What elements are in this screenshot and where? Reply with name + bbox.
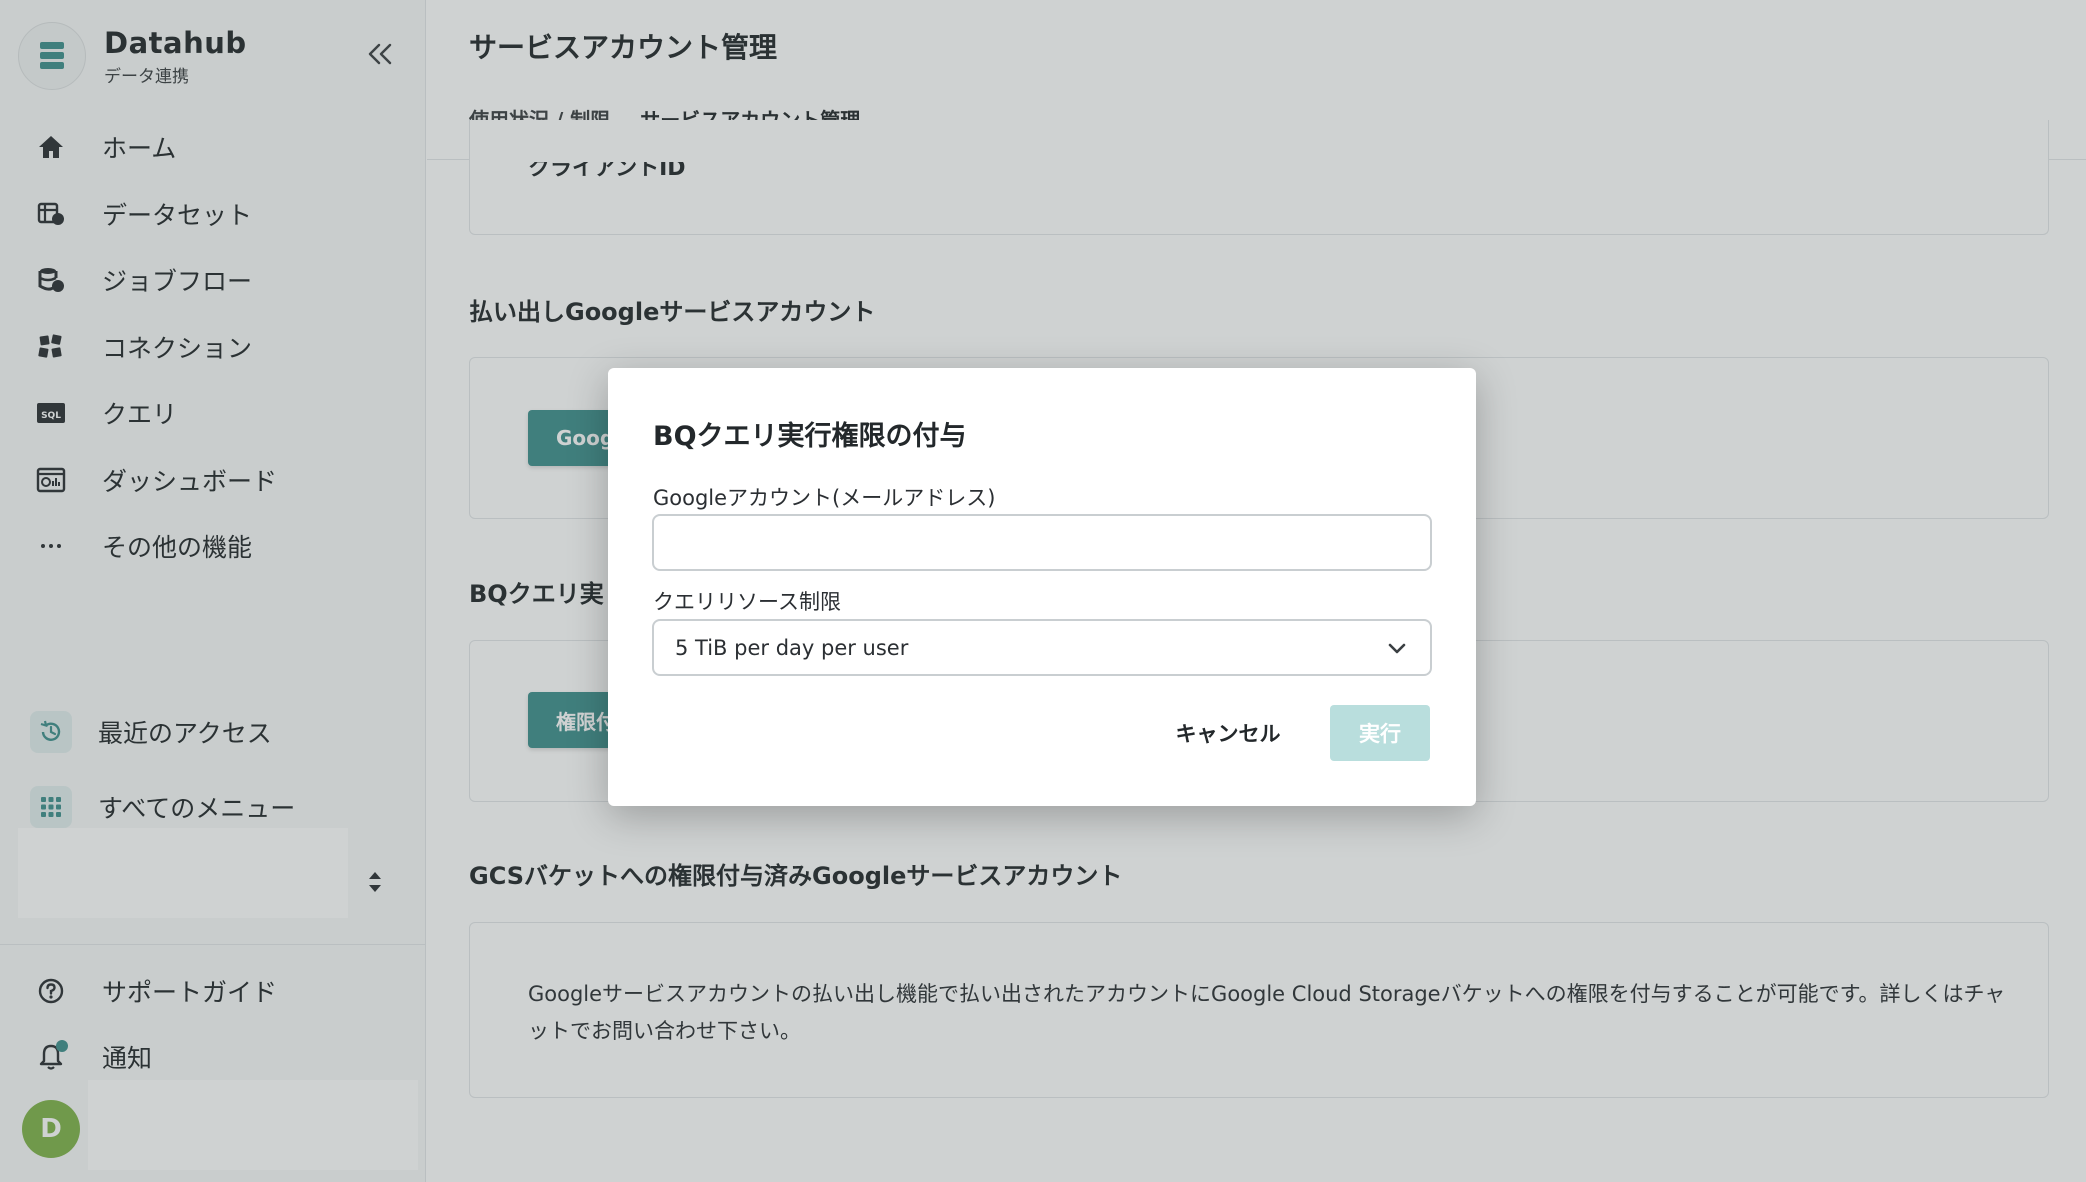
email-field-label: Googleアカウント(メールアドレス) <box>653 486 996 510</box>
resource-limit-label: クエリリソース制限 <box>653 590 841 614</box>
resource-limit-value: 5 TiB per day per user <box>675 635 909 660</box>
run-button[interactable]: 実行 <box>1330 705 1430 761</box>
grant-bq-permission-dialog: BQクエリ実行権限の付与 Googleアカウント(メールアドレス) クエリリソー… <box>608 368 1476 806</box>
dialog-title: BQクエリ実行権限の付与 <box>653 421 967 452</box>
cancel-button[interactable]: キャンセル <box>1163 705 1293 761</box>
email-field[interactable] <box>652 514 1432 571</box>
chevron-down-icon <box>1386 637 1408 663</box>
resource-limit-select[interactable]: 5 TiB per day per user <box>652 619 1432 676</box>
